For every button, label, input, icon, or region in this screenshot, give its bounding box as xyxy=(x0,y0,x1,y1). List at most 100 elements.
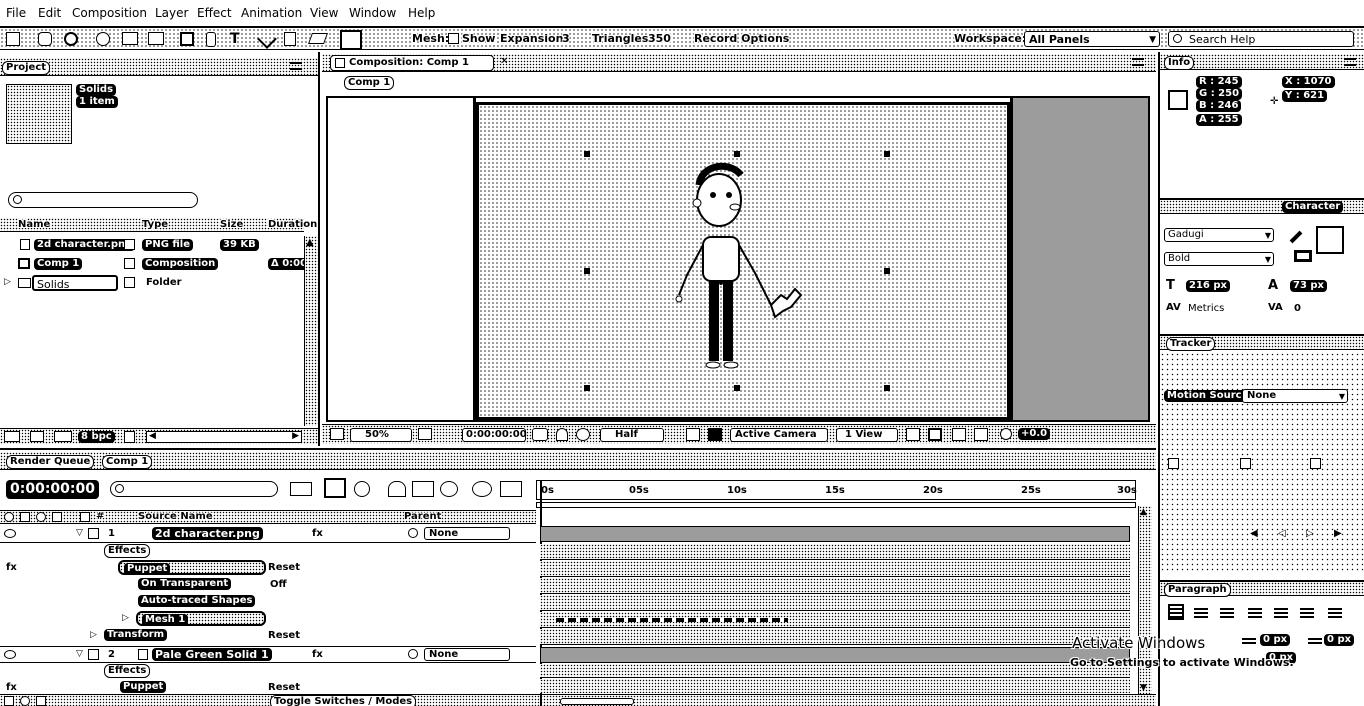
scale-checkbox[interactable] xyxy=(1310,458,1321,469)
pan-behind-tool-icon[interactable] xyxy=(148,32,164,45)
fast-previews-icon[interactable] xyxy=(928,428,942,441)
project-search-input[interactable] xyxy=(8,192,198,208)
prop-effects[interactable]: Effects xyxy=(104,544,151,558)
viewer-timecode[interactable]: 0:00:00:00 xyxy=(462,428,527,442)
bounding-handle[interactable] xyxy=(584,151,590,157)
panel-menu-icon[interactable] xyxy=(290,62,302,70)
clone-stamp-tool-icon[interactable] xyxy=(284,32,296,46)
zoom-select[interactable]: 50% xyxy=(350,428,412,442)
justify-center-icon[interactable] xyxy=(1274,606,1288,618)
puppet-reset-2[interactable]: Reset xyxy=(268,682,300,693)
analyze-forward-icon[interactable]: ▶ xyxy=(1334,528,1342,539)
bounding-handle[interactable] xyxy=(584,385,590,391)
puppet-reset[interactable]: Reset xyxy=(268,562,300,573)
label-color-swatch[interactable] xyxy=(88,649,99,660)
lock-icon[interactable] xyxy=(52,512,62,522)
paragraph-tab[interactable]: Paragraph xyxy=(1164,583,1231,597)
viewport[interactable] xyxy=(326,96,1150,422)
bounding-handle[interactable] xyxy=(734,385,740,391)
project-tab[interactable]: Project xyxy=(2,61,51,75)
video-toggle-icon[interactable] xyxy=(4,512,14,522)
view-layout-select[interactable]: 1 View xyxy=(836,428,898,442)
parent-select[interactable]: None xyxy=(424,648,510,661)
label-color-swatch[interactable] xyxy=(88,528,99,539)
justify-all-icon[interactable] xyxy=(1328,606,1342,618)
region-of-interest-icon[interactable] xyxy=(686,428,700,441)
font-size-value[interactable]: 216 px xyxy=(1186,280,1230,292)
expand-arrow-icon[interactable]: ▷ xyxy=(122,613,129,623)
search-help-field[interactable]: Search Help xyxy=(1168,31,1354,47)
info-tab[interactable]: Info xyxy=(1164,56,1195,70)
bounding-handle[interactable] xyxy=(884,151,890,157)
analyze-forward-frame-icon[interactable]: ▷ xyxy=(1306,528,1314,539)
fx-switch-icon[interactable]: fx xyxy=(312,649,323,660)
menu-file[interactable]: File xyxy=(6,6,26,20)
tab-comp-1[interactable]: Comp 1 xyxy=(102,455,153,469)
parent-pickwhip-icon[interactable] xyxy=(408,649,418,659)
align-right-icon[interactable] xyxy=(1220,606,1234,618)
transform-reset[interactable]: Reset xyxy=(268,630,300,641)
scroll-right-icon[interactable]: ▶ xyxy=(292,431,299,441)
list-item[interactable]: Comp 1 Composition Δ 0:00 xyxy=(0,255,311,273)
work-area-bar[interactable] xyxy=(536,502,1136,508)
col-parent[interactable]: Parent xyxy=(404,511,441,522)
position-checkbox[interactable] xyxy=(1168,458,1179,469)
menu-help[interactable]: Help xyxy=(408,6,435,20)
align-left-icon[interactable] xyxy=(1168,604,1184,620)
col-size[interactable]: Size xyxy=(220,219,243,230)
prop-puppet-row[interactable]: Puppet xyxy=(118,560,266,575)
rectangle-tool-icon[interactable] xyxy=(180,32,194,46)
bounding-handle[interactable] xyxy=(884,385,890,391)
layer-row[interactable]: ▽ 1 2d character.png fx None xyxy=(0,526,536,543)
eraser-tool-icon[interactable] xyxy=(307,33,329,44)
snapshot-icon[interactable] xyxy=(532,428,548,441)
text-tool-icon[interactable]: T xyxy=(230,31,240,47)
justify-left-icon[interactable] xyxy=(1248,606,1262,618)
bpc-button[interactable]: 8 bpc xyxy=(78,431,115,443)
always-preview-icon[interactable] xyxy=(330,428,344,440)
selection-tool-icon[interactable] xyxy=(6,32,20,46)
lock-icon[interactable] xyxy=(335,58,345,68)
timeline-search-input[interactable] xyxy=(110,481,278,497)
collapse-arrow-icon[interactable]: ▽ xyxy=(76,649,83,659)
layer-bar[interactable] xyxy=(540,526,1130,542)
fx-switch-icon[interactable]: fx xyxy=(312,528,323,539)
comp-1-button[interactable]: Comp 1 xyxy=(344,76,395,90)
character-tab[interactable]: Character xyxy=(1282,201,1344,213)
layer-switches-icon[interactable] xyxy=(4,696,14,706)
project-hscroll[interactable]: ◀ ▶ xyxy=(146,431,302,443)
puppet-pin-tool-icon[interactable] xyxy=(340,30,362,50)
expand-arrow-icon[interactable]: ▷ xyxy=(90,630,97,640)
font-style-select[interactable]: Bold ▼ xyxy=(1164,252,1274,266)
project-scrollbar[interactable]: ▲ xyxy=(304,236,318,426)
leading-value[interactable]: 73 px xyxy=(1290,280,1328,292)
reset-exposure-icon[interactable] xyxy=(1000,428,1012,440)
parent-select[interactable]: None xyxy=(424,527,510,540)
col-source-name[interactable]: Source Name xyxy=(138,511,213,522)
layer-bar[interactable] xyxy=(540,647,1130,663)
shy-layers-icon[interactable] xyxy=(354,481,370,497)
show-snapshot-icon[interactable] xyxy=(556,428,568,441)
menu-composition[interactable]: Composition xyxy=(72,6,147,20)
col-type[interactable]: Type xyxy=(142,219,168,230)
layer-name[interactable]: 2d character.png xyxy=(152,527,263,540)
pen-tool-icon[interactable] xyxy=(206,32,216,47)
indent-right-value[interactable]: 0 px xyxy=(1324,634,1355,646)
scroll-up-icon[interactable]: ▲ xyxy=(1140,507,1147,517)
menu-animation[interactable]: Animation xyxy=(241,6,302,20)
zoom-tool-icon[interactable] xyxy=(64,32,78,46)
prop-mesh-row[interactable]: Mesh 1 xyxy=(136,611,266,626)
toggle-pixel-aspect-icon[interactable] xyxy=(906,428,920,441)
show-checkbox[interactable] xyxy=(448,33,459,44)
tab-render-queue[interactable]: Render Queue xyxy=(6,455,95,469)
flowchart-icon[interactable] xyxy=(974,428,988,441)
camera-tool-icon[interactable] xyxy=(122,32,138,45)
align-center-icon[interactable] xyxy=(1194,606,1208,618)
bounding-handle[interactable] xyxy=(584,268,590,274)
expansion-value[interactable]: 3 xyxy=(562,32,570,45)
on-transparent-value[interactable]: Off xyxy=(270,579,287,590)
trash-icon[interactable] xyxy=(124,431,135,443)
prop-effects-2[interactable]: Effects xyxy=(104,664,151,678)
resolution-select[interactable]: Half xyxy=(600,428,664,442)
interpret-footage-icon[interactable] xyxy=(4,431,20,442)
